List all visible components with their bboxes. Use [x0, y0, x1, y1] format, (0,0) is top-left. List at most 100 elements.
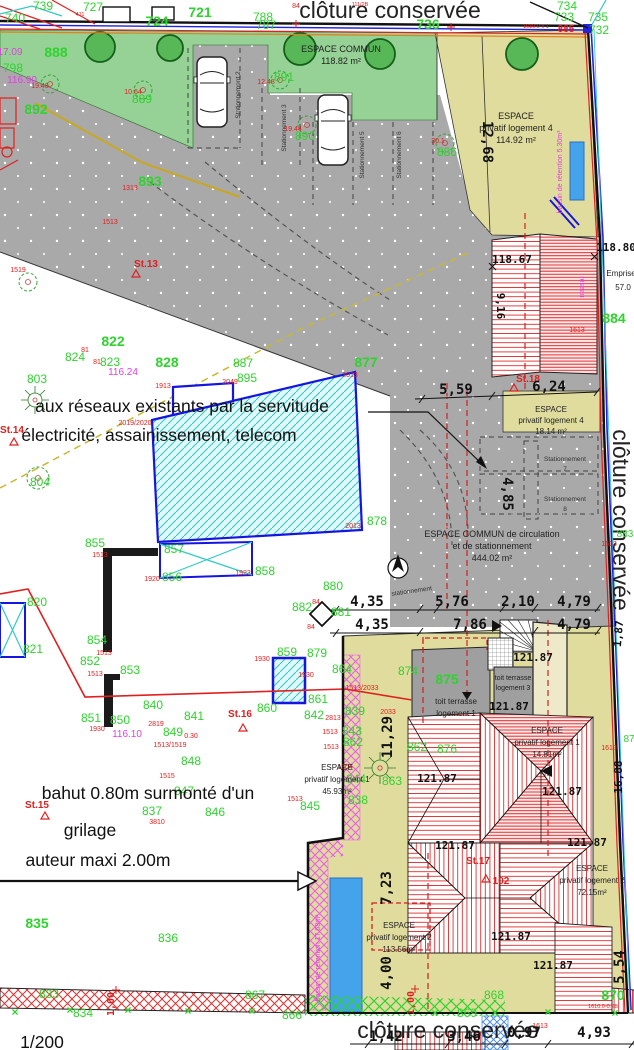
- tree-icon: [157, 35, 183, 61]
- label-r1930c: 1930: [298, 672, 314, 679]
- label-d435a: 4,35: [350, 594, 384, 610]
- label-n864: 864: [332, 662, 352, 676]
- site-plan-page: clôture conservéeclôture conservéeclôtur…: [0, 0, 634, 1050]
- label-e4a: ESPACE: [498, 111, 534, 121]
- label-d786: 7,86: [453, 617, 487, 633]
- label-el5: 121.87: [435, 839, 475, 852]
- label-n861: 861: [308, 692, 328, 706]
- label-n732: 732: [589, 23, 609, 37]
- grid-stair: [488, 638, 513, 670]
- label-n878: 878: [367, 514, 387, 528]
- label-d346: 3,46: [447, 1029, 481, 1045]
- basin-lower: [330, 878, 362, 1012]
- label-n842: 842: [304, 708, 324, 722]
- label-n866: 866: [282, 1008, 302, 1022]
- label-stat7a: Stationnement: [544, 456, 586, 463]
- label-n850: 850: [110, 713, 130, 727]
- label-stat8a: Stationnement: [544, 496, 586, 503]
- label-rc2033: 1513/2033: [345, 685, 378, 692]
- label-stat6: Stationnement 6: [396, 131, 403, 179]
- label-ec1: ESPACE COMMUN: [301, 44, 381, 54]
- label-n87cut: 87: [623, 734, 634, 745]
- label-n740: 740: [5, 11, 25, 25]
- label-n862a: 862: [343, 735, 363, 749]
- label-r102: 102: [493, 876, 510, 887]
- label-st16: St.16: [228, 709, 252, 720]
- label-e2La: ESPACE: [383, 921, 415, 930]
- label-circ2: et de stationnement: [452, 541, 532, 551]
- label-r1513a: 1513: [102, 219, 118, 226]
- label-r301: 30.1: [431, 138, 445, 145]
- label-r1515: 1515: [159, 773, 175, 780]
- tree-icon: [85, 32, 115, 62]
- label-title-right: clôture conservée: [608, 429, 634, 611]
- label-n787: 787: [256, 18, 276, 32]
- label-n848: 848: [181, 754, 201, 768]
- site-plan-svg: clôture conservéeclôture conservéeclôtur…: [0, 0, 634, 1050]
- label-e4sb: privatif logement 4: [518, 416, 584, 425]
- label-e4sc: 18.14 m²: [535, 427, 567, 436]
- label-n854: 854: [87, 633, 107, 647]
- label-n886: 886: [437, 145, 457, 159]
- label-rres: réseau: [578, 276, 585, 298]
- label-gx8: ×: [544, 1005, 551, 1019]
- label-n839: 839: [345, 704, 365, 718]
- label-empB: 57.0: [615, 283, 631, 292]
- label-m11610: 116.10: [112, 729, 142, 740]
- label-r1613a: 1613: [569, 327, 585, 334]
- car-2: [315, 95, 351, 165]
- label-r1610a: 1610.0 o 1: [523, 24, 549, 30]
- label-n869: 869: [457, 1006, 477, 1020]
- label-d1268: 12,68: [479, 121, 495, 163]
- label-d554: 5,54: [612, 950, 628, 984]
- label-gx7: ×: [491, 1006, 498, 1020]
- label-n852: 852: [80, 654, 100, 668]
- label-d1688: 16,88: [612, 760, 625, 793]
- label-el3: 121.87: [417, 772, 457, 785]
- label-n876: 876: [437, 742, 457, 756]
- label-serv2: électricité, assainissement, telecom: [21, 425, 296, 445]
- label-n835: 835: [25, 915, 49, 931]
- label-n735: 735: [588, 10, 608, 24]
- label-bass1768: bassin de rétention 17.68m³: [315, 914, 322, 1001]
- label-r81b: 81: [93, 359, 101, 366]
- label-bah2: grilage: [64, 820, 117, 840]
- label-d916: 9,16: [494, 293, 507, 320]
- label-title-top: clôture conservée: [299, 0, 481, 23]
- label-r84a: 84: [292, 3, 300, 10]
- label-n884: 884: [602, 310, 626, 326]
- label-n855: 855: [85, 536, 105, 550]
- label-r1920: 1920: [144, 576, 160, 583]
- label-e2Ra: ESPACE: [576, 864, 608, 873]
- label-n837: 837: [142, 804, 162, 818]
- label-n892: 892: [24, 101, 48, 117]
- label-n733: 733: [554, 10, 574, 24]
- label-bah3: auteur maxi 2.00m: [26, 850, 171, 870]
- label-rc1513: 1513/1519: [153, 742, 186, 749]
- label-gx6: ×: [431, 1006, 438, 1020]
- label-e1La: ESPACE: [321, 763, 353, 772]
- label-st17: St.17: [466, 856, 490, 867]
- label-n724: 724: [145, 13, 169, 29]
- label-d493: 4,93: [577, 1025, 611, 1041]
- car-1: [194, 57, 230, 127]
- label-el1: 121.87: [513, 651, 553, 664]
- label-n736: 736: [416, 16, 440, 32]
- label-stat5: Stationnement 5: [359, 131, 366, 179]
- label-r81a: 81: [81, 347, 89, 354]
- label-r111: 111/2B: [352, 2, 369, 8]
- label-n858: 858: [255, 564, 275, 578]
- label-n875: 875: [435, 671, 459, 687]
- label-tt1b: logement 1: [436, 709, 476, 718]
- label-d485: 4,85: [499, 477, 515, 511]
- label-stat2: Stationnement 2: [235, 71, 242, 119]
- label-r411: 411: [76, 12, 85, 18]
- label-r1930a: 1930: [89, 726, 105, 733]
- label-e1c: 14.81m²: [532, 750, 562, 759]
- label-r1923: 1923: [235, 570, 251, 577]
- label-el2: 121.87: [489, 700, 529, 713]
- label-n862b: 862: [407, 740, 427, 754]
- label-n891: 891: [274, 70, 294, 84]
- label-bass530: bassin de rétention 5.30m³: [557, 130, 564, 214]
- label-ec2: 118.82 m²: [321, 56, 361, 66]
